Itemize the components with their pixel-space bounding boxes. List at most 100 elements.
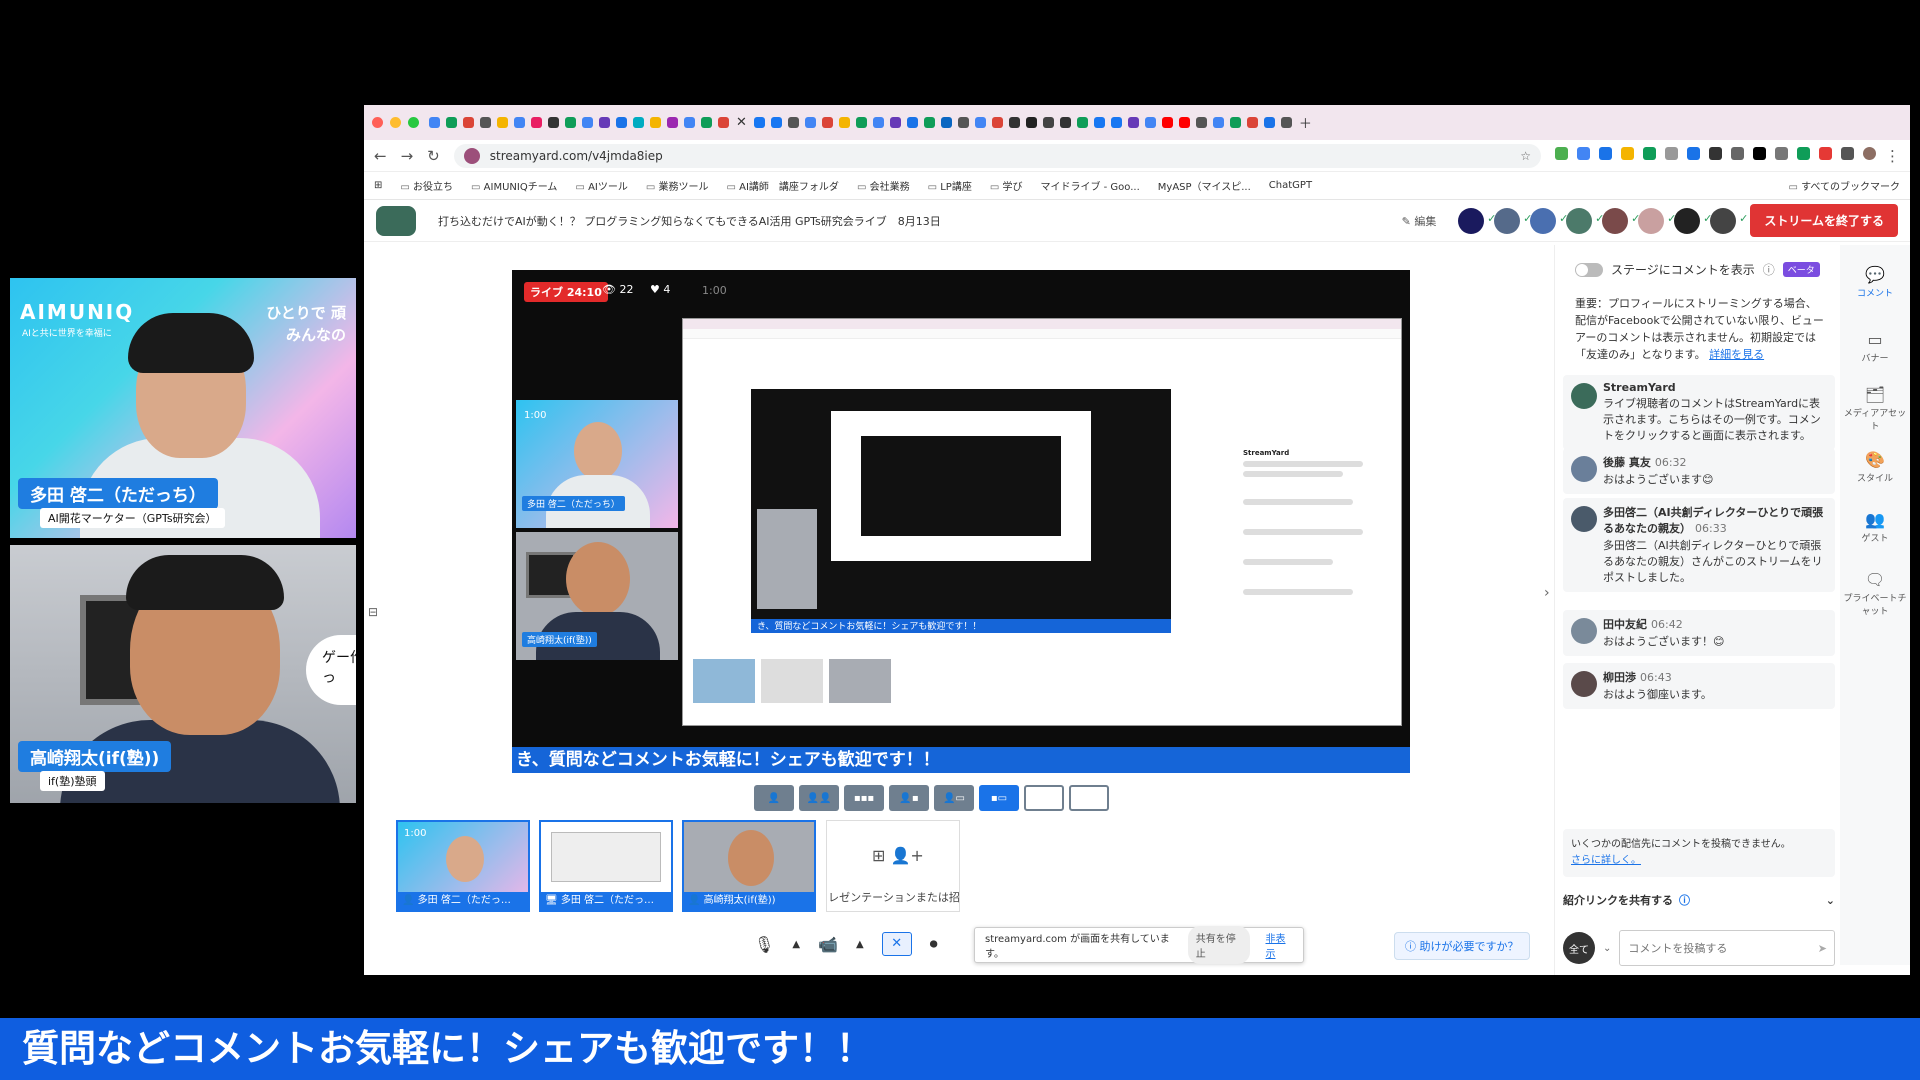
destination-avatar[interactable] xyxy=(1638,207,1676,234)
tab-favicon[interactable] xyxy=(787,117,799,128)
tab-favicon[interactable] xyxy=(582,117,593,128)
help-icon[interactable]: ⓘ xyxy=(1679,892,1690,908)
extension-icon[interactable] xyxy=(1687,146,1700,160)
show-comments-toggle[interactable] xyxy=(1575,262,1603,277)
extension-icon[interactable] xyxy=(1643,146,1656,160)
edit-button[interactable]: ✎ 編集 xyxy=(1402,213,1437,229)
participant-thumb[interactable]: 1:00 👤 多田 啓二（ただっ… xyxy=(396,820,530,912)
layout-cropped-button[interactable]: 👤▭ xyxy=(934,785,974,811)
layout-thin-button[interactable]: 👤👤 xyxy=(799,785,839,811)
tab-favicon[interactable] xyxy=(1229,117,1241,128)
site-info-icon[interactable] xyxy=(463,147,480,164)
address-bar[interactable]: streamyard.com/v4jmda8iep ☆ xyxy=(453,143,1541,168)
audience-selector[interactable]: 全て xyxy=(1563,932,1595,964)
tab-favicon[interactable] xyxy=(1212,117,1224,128)
reload-icon[interactable]: ↻ xyxy=(427,147,440,165)
tab-favicon[interactable] xyxy=(633,117,644,128)
browser-menu-icon[interactable]: ⋮ xyxy=(1885,147,1900,165)
learn-more-link[interactable]: 詳細を見る xyxy=(1709,348,1764,361)
bookmark-link[interactable]: ChatGPT xyxy=(1269,180,1312,191)
layout-group-button[interactable]: ▪▪▪ xyxy=(844,785,884,811)
bookmark-folder[interactable]: AIMUNIQチーム xyxy=(471,178,558,193)
tab-favicon[interactable] xyxy=(1280,117,1292,128)
tab-favicon[interactable] xyxy=(1008,117,1020,128)
tab-favicon[interactable] xyxy=(1246,117,1258,128)
extension-icon[interactable] xyxy=(1577,146,1590,160)
extension-icon[interactable] xyxy=(1819,146,1832,160)
apps-grid-icon[interactable]: ⊞ xyxy=(374,180,382,191)
add-presentation-or-invite[interactable]: ⊞ 👤+ レゼンテーションまたは招 xyxy=(826,820,960,912)
microphone-icon[interactable]: 🎙 xyxy=(754,935,774,954)
stage-left-toggle-icon[interactable]: ⊟ xyxy=(368,605,378,619)
extension-icon[interactable] xyxy=(1599,146,1612,160)
destination-avatar[interactable] xyxy=(1674,207,1712,234)
tab-favicon[interactable] xyxy=(889,117,901,128)
stop-screen-share-button[interactable]: ✕ xyxy=(881,932,912,956)
bookmark-folder[interactable]: LP講座 xyxy=(928,178,972,193)
tab-favicon[interactable] xyxy=(1161,117,1173,128)
star-icon[interactable]: ☆ xyxy=(1520,149,1531,163)
tab-favicon[interactable] xyxy=(1076,117,1088,128)
comment-input[interactable] xyxy=(1619,930,1835,966)
comment-item[interactable]: 後藤 真友 06:32 おはようございます😊 xyxy=(1563,448,1835,494)
tab-favicon[interactable] xyxy=(1195,117,1207,128)
destination-avatar[interactable] xyxy=(1494,207,1532,234)
layout-leader-button[interactable]: 👤▪ xyxy=(889,785,929,811)
stop-sharing-button[interactable]: 共有を停止 xyxy=(1187,926,1250,964)
end-stream-button[interactable]: ストリームを終了する xyxy=(1750,204,1898,237)
tab-favicon[interactable] xyxy=(974,117,986,128)
tab-favicon[interactable] xyxy=(616,117,627,128)
minimize-window-icon[interactable] xyxy=(390,117,401,128)
new-tab-icon[interactable]: ＋ xyxy=(1299,113,1312,132)
tab-favicon[interactable] xyxy=(684,117,695,128)
tab-favicon[interactable] xyxy=(446,117,457,128)
hide-button[interactable]: 非表示 xyxy=(1266,930,1293,960)
chevron-down-icon[interactable]: ⌄ xyxy=(1826,894,1835,907)
bookmark-folder[interactable]: 業務ツール xyxy=(646,178,709,193)
send-icon[interactable]: ➤ xyxy=(1818,942,1827,955)
bookmark-folder[interactable]: AI講師 講座フォルダ xyxy=(727,178,839,193)
tab-favicon[interactable] xyxy=(1127,117,1139,128)
tab-favicon[interactable] xyxy=(1178,117,1190,128)
extensions-puzzle-icon[interactable] xyxy=(1841,146,1854,160)
bookmark-folder[interactable]: 学び xyxy=(990,178,1022,193)
camera-icon[interactable]: 📹 xyxy=(818,935,838,954)
comment-item[interactable]: 田中友紀 06:42 おはようございます！😊 xyxy=(1563,610,1835,656)
back-icon[interactable]: ← xyxy=(374,147,387,165)
extension-icon[interactable] xyxy=(1797,146,1810,160)
referral-link-row[interactable]: 紹介リンクを共有する ⓘ ⌄ xyxy=(1563,892,1835,908)
tab-favicon[interactable] xyxy=(548,117,559,128)
stage-banner[interactable]: き、質問などコメントお気軽に！シェアも歓迎です！！ xyxy=(512,747,1410,773)
record-icon[interactable]: ⏺ xyxy=(930,934,938,954)
tab-favicon[interactable] xyxy=(1144,117,1156,128)
bookmark-folder[interactable]: 会社業務 xyxy=(857,178,910,193)
rail-style[interactable]: 🎨 スタイル xyxy=(1840,450,1910,484)
layout-screen-small-button[interactable]: ▪▭ xyxy=(979,785,1019,811)
tab-favicon[interactable] xyxy=(565,117,576,128)
mic-extension-icon[interactable] xyxy=(1731,146,1744,160)
help-icon[interactable]: ⓘ xyxy=(1763,261,1775,278)
comment-item[interactable]: StreamYard ライブ視聴者のコメントはStreamYardに表示されます… xyxy=(1563,375,1835,450)
chevron-down-icon[interactable]: ⌄ xyxy=(1603,943,1611,954)
extension-icon[interactable] xyxy=(1665,146,1678,160)
tab-favicon[interactable] xyxy=(514,117,525,128)
tab-favicon[interactable] xyxy=(1059,117,1071,128)
bookmark-link[interactable]: マイドライブ - Goo... xyxy=(1040,178,1139,193)
tab-favicon[interactable] xyxy=(770,117,782,128)
extension-icon[interactable] xyxy=(1621,146,1634,160)
tab-favicon[interactable] xyxy=(1042,117,1054,128)
rail-comments[interactable]: 💬 コメント xyxy=(1840,265,1910,299)
layout-solo-button[interactable]: 👤 xyxy=(754,785,794,811)
tab-favicon[interactable] xyxy=(480,117,491,128)
destination-avatar[interactable] xyxy=(1458,207,1496,234)
chevron-right-icon[interactable]: › xyxy=(1544,585,1550,601)
tab-favicon[interactable] xyxy=(940,117,952,128)
bookmark-folder[interactable]: AIツール xyxy=(575,178,628,193)
tab-favicon[interactable] xyxy=(1025,117,1037,128)
destination-avatar[interactable] xyxy=(1566,207,1604,234)
bookmark-link[interactable]: MyASP（マイスピ... xyxy=(1158,178,1251,193)
tab-favicon[interactable] xyxy=(753,117,765,128)
streamyard-logo[interactable] xyxy=(376,205,416,236)
rail-guests[interactable]: 👥 ゲスト xyxy=(1840,510,1910,544)
tab-favicon[interactable] xyxy=(838,117,850,128)
